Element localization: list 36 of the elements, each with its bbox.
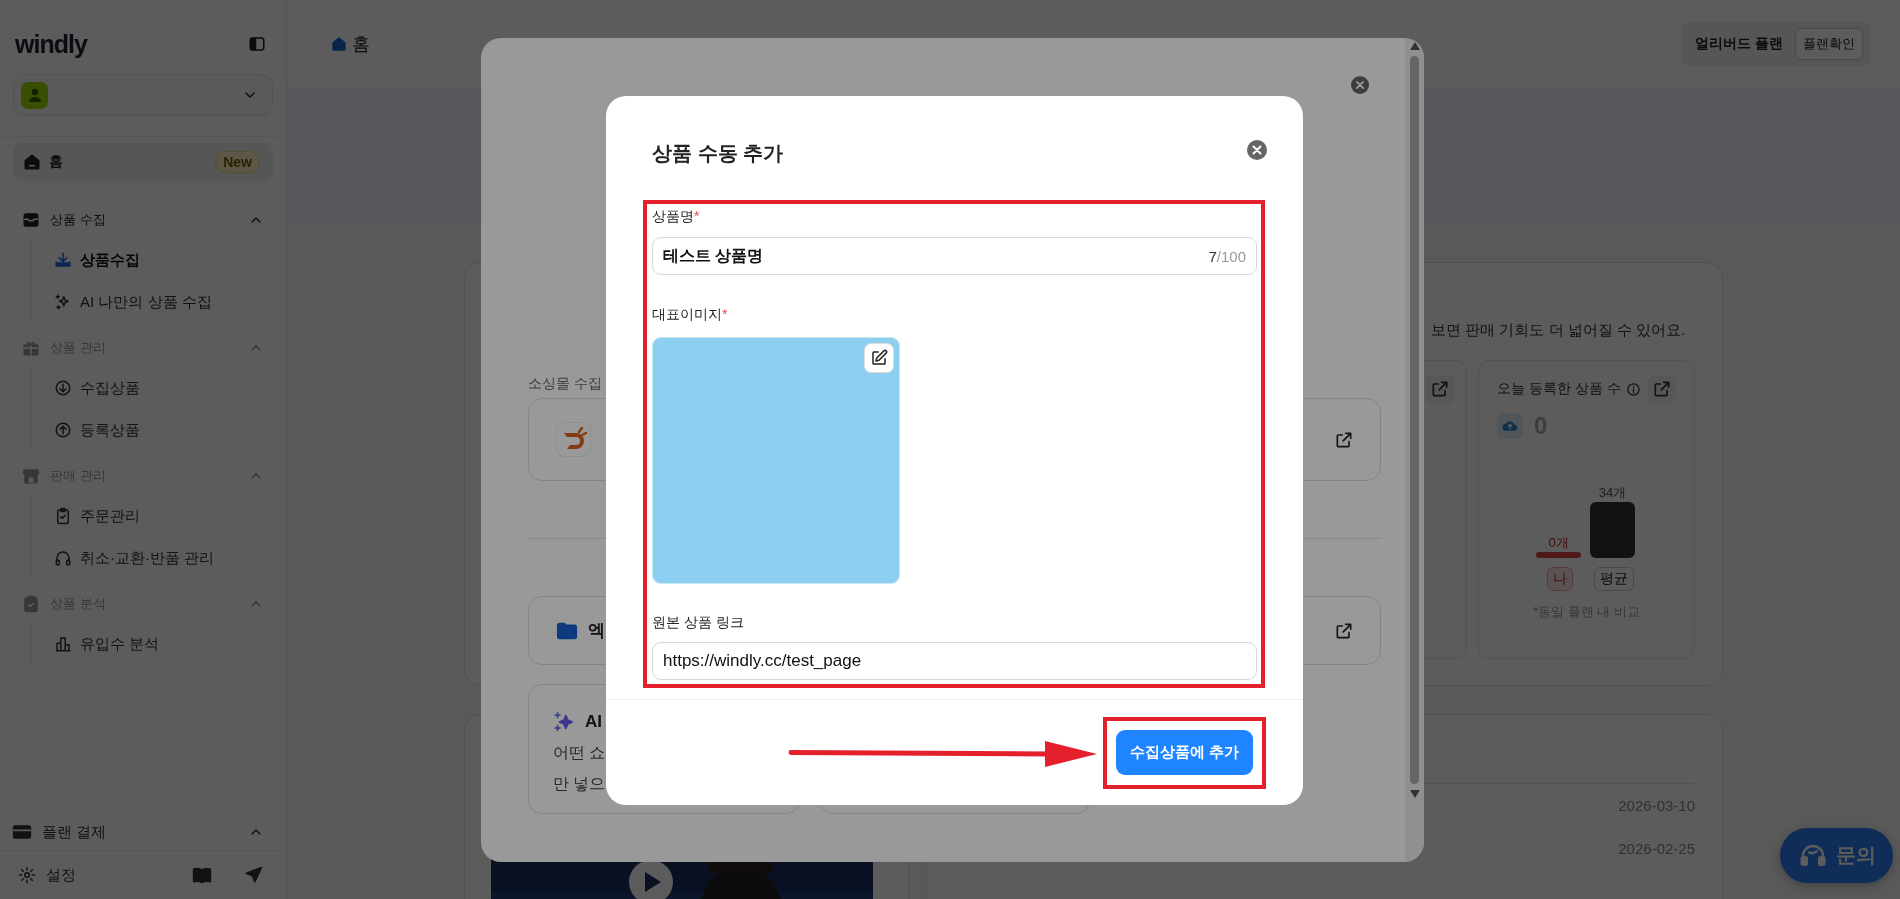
stat-title: 오늘 등록한 상품 수: [1497, 380, 1621, 398]
category-label: 평균: [1593, 567, 1634, 591]
nav-item[interactable]: AI 나만의 상품 수집: [31, 281, 273, 323]
nav-item[interactable]: 주문관리: [31, 495, 273, 537]
page-title: 홈: [352, 32, 370, 56]
section-label: 소싱몰 수집: [528, 374, 603, 393]
card-title: 엑: [588, 620, 605, 642]
billing-nav-item[interactable]: 플랜 결제: [0, 814, 286, 850]
card-title: AI: [585, 712, 602, 732]
nav-section-header[interactable]: 상품 수집: [13, 203, 273, 237]
settings-link[interactable]: 설정: [18, 865, 182, 885]
home-nav-item[interactable]: 홈 New: [13, 143, 273, 181]
dialog-title: 상품 수동 추가: [652, 141, 784, 166]
add-to-collection-button[interactable]: 수집상품에 추가: [1116, 730, 1253, 775]
nav-item[interactable]: 수집상품: [31, 367, 273, 409]
notice-text: 보면 판매 기회도 더 넓어질 수 있어요.: [1431, 320, 1687, 340]
inquiry-button[interactable]: 문의: [1780, 828, 1893, 883]
field-label: 대표이미지*: [652, 305, 729, 324]
nav-item[interactable]: 유입수 분석: [31, 623, 273, 665]
plan-name: 얼리버드 플랜: [1695, 34, 1783, 53]
input-field[interactable]: 테스트 상품명 7/100: [652, 237, 1257, 275]
nav-item[interactable]: 상품수집: [31, 239, 273, 281]
card-text: 만 넣으: [553, 774, 607, 794]
logo: windly: [15, 29, 87, 59]
character-counter: 7/100: [1208, 247, 1246, 265]
field-label: 원본 상품 링크: [652, 613, 745, 632]
value-label: 34개: [1598, 485, 1627, 500]
input-field[interactable]: https://windly.cc/test_page: [652, 642, 1257, 680]
category-label: 나: [1546, 567, 1573, 591]
field-label: 상품명*: [652, 207, 701, 226]
nav-item[interactable]: 등록상품: [31, 409, 273, 451]
plan-button[interactable]: 플랜확인: [1795, 27, 1863, 60]
new-badge: New: [215, 151, 260, 173]
nav-item[interactable]: 취소·교환·반품 관리: [31, 537, 273, 579]
value-label: 0개: [1548, 535, 1569, 550]
card-text: 어떤 쇼: [553, 743, 607, 763]
